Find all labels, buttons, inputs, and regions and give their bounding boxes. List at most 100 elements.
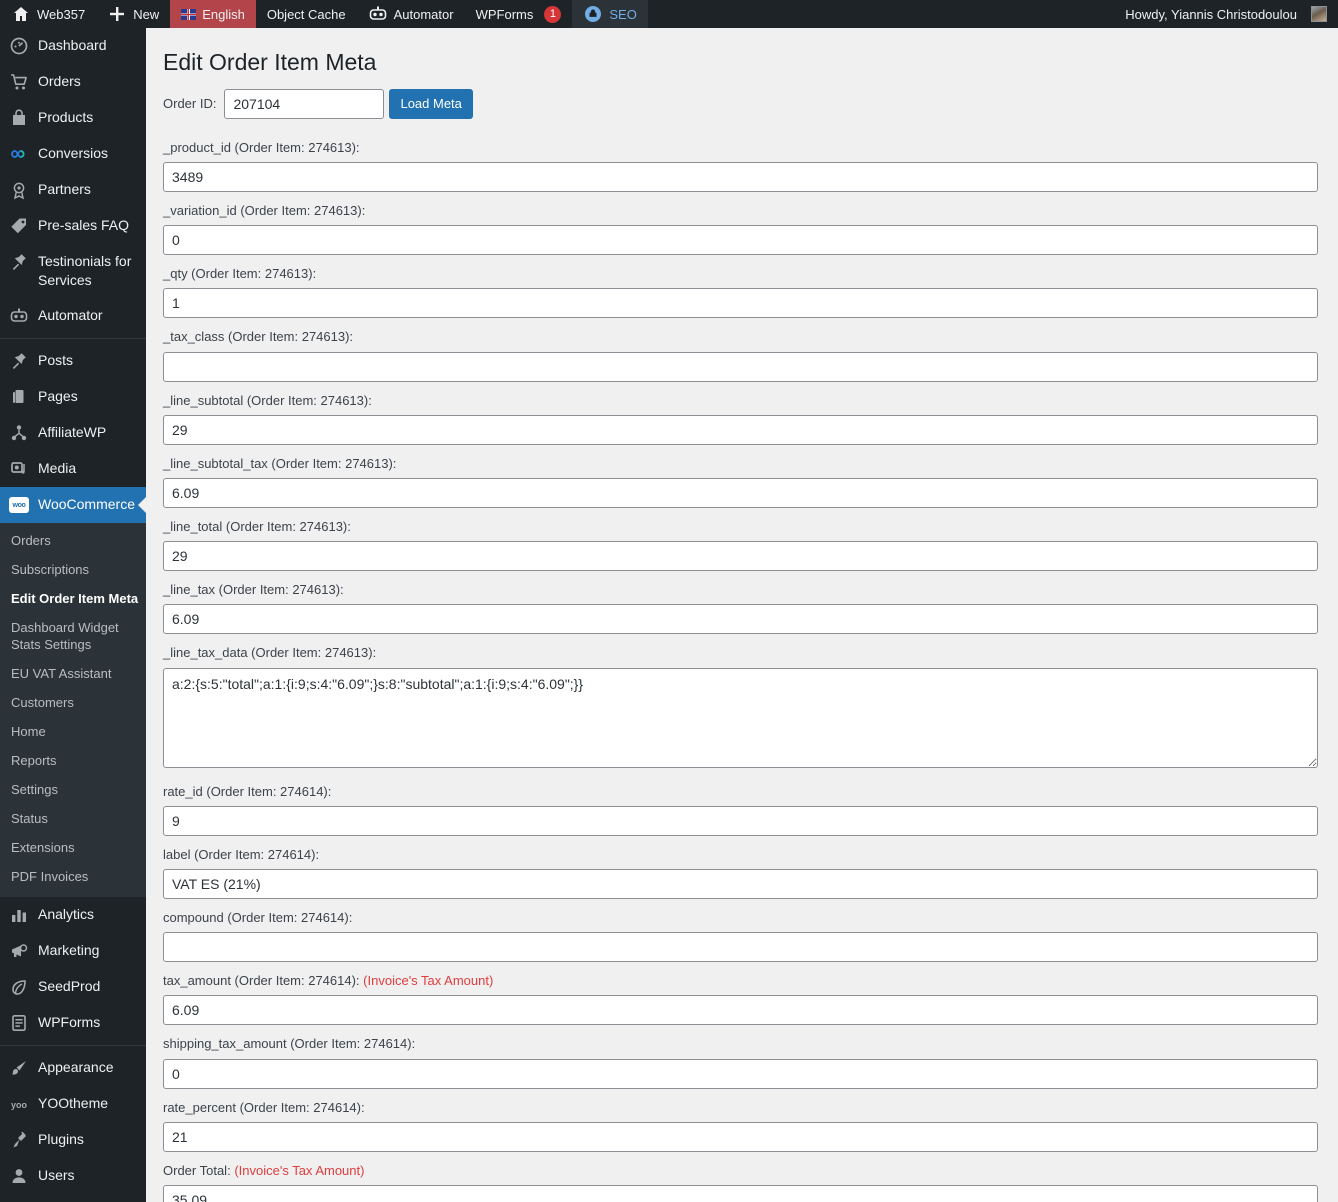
submenu-item-settings[interactable]: Settings (0, 775, 146, 804)
field-tax-class-input[interactable] (163, 351, 1318, 382)
avatar (1311, 6, 1327, 22)
admin-bar-item-new[interactable]: New (96, 0, 170, 28)
field-shipping-tax-amount-input[interactable] (163, 1058, 1318, 1089)
field-line-tax-group: _line_tax (Order Item: 274613): (163, 581, 1318, 635)
admin-bar: Web357 New English Object Cache Automator WPF… (0, 0, 1338, 28)
award-icon (9, 180, 29, 200)
sidebar-item-analytics[interactable]: Analytics (0, 897, 146, 933)
admin-bar-item-object-cache[interactable]: Object Cache (256, 0, 357, 28)
pages-icon (9, 387, 29, 407)
field-compound-input[interactable] (163, 932, 1318, 963)
meta-fields-list: _product_id (Order Item: 274613): _variat… (163, 139, 1318, 1202)
sidebar-item-partners[interactable]: Partners (0, 172, 146, 208)
sidebar-item-marketing[interactable]: Marketing (0, 933, 146, 969)
submenu-item-reports[interactable]: Reports (0, 746, 146, 775)
automator-robot-icon (368, 4, 388, 24)
field-product-id-label-text: _product_id (Order Item: 274613): (163, 139, 360, 155)
field-tax-amount-input[interactable] (163, 995, 1318, 1026)
field-tax-amount-group: tax_amount (Order Item: 274614): (Invoic… (163, 972, 1318, 1026)
sidebar-item-tools[interactable]: Tools (0, 1194, 146, 1202)
field-label-input[interactable] (163, 868, 1318, 899)
pin-icon (9, 252, 29, 272)
field-rate-percent-label: rate_percent (Order Item: 274614): (163, 1099, 1318, 1117)
admin-bar-item-label: WPForms (475, 6, 534, 22)
field-compound-label-text: compound (Order Item: 274614): (163, 909, 353, 925)
field-rate-percent-label-text: rate_percent (Order Item: 274614): (163, 1099, 365, 1115)
field-line-tax-data-textarea[interactable] (163, 667, 1318, 768)
submenu-item-orders[interactable]: Orders (0, 526, 146, 555)
sidebar-item-conversios[interactable]: Conversios (0, 136, 146, 172)
notification-badge: 1 (544, 5, 562, 23)
field-rate-id-input[interactable] (163, 805, 1318, 836)
submenu-item-home[interactable]: Home (0, 717, 146, 746)
field-line-total-input[interactable] (163, 541, 1318, 572)
field-line-tax-data-label-text: _line_tax_data (Order Item: 274613): (163, 645, 377, 661)
admin-bar-right: Howdy, Yiannis Christodoulou (1114, 0, 1338, 28)
field-line-subtotal-tax-group: _line_subtotal_tax (Order Item: 274613): (163, 455, 1318, 509)
field-rate-percent-input[interactable] (163, 1121, 1318, 1152)
howdy-label: Howdy, Yiannis Christodoulou (1125, 6, 1297, 22)
field-product-id-input[interactable] (163, 162, 1318, 193)
field-order-total-input[interactable] (163, 1184, 1318, 1202)
field-line-tax-label: _line_tax (Order Item: 274613): (163, 581, 1318, 599)
submenu-item-pdf-invoices[interactable]: PDF Invoices (0, 862, 146, 891)
load-meta-button[interactable]: Load Meta (389, 88, 473, 119)
submenu-item-status[interactable]: Status (0, 804, 146, 833)
field-order-total-label: Order Total: (Invoice's Tax Amount) (163, 1162, 1318, 1180)
sidebar-item-appearance[interactable]: Appearance (0, 1050, 146, 1086)
sidebar-item-media[interactable]: Media (0, 451, 146, 487)
sidebar-item-users[interactable]: Users (0, 1158, 146, 1194)
yootheme-icon: yoo (9, 1094, 29, 1114)
sidebar-item-dashboard[interactable]: Dashboard (0, 28, 146, 64)
sidebar-item-seedprod[interactable]: SeedProd (0, 969, 146, 1005)
admin-bar-item-automator[interactable]: Automator (357, 0, 465, 28)
submenu-item-extensions[interactable]: Extensions (0, 833, 146, 862)
wpforms-clipboard-icon (9, 1013, 29, 1033)
products-bag-icon (9, 108, 29, 128)
sidebar-item-testinonials-for-services[interactable]: Testinonials for Services (0, 244, 146, 298)
menu-divider (0, 338, 146, 339)
sidebar-item-orders[interactable]: Orders (0, 64, 146, 100)
submenu-item-customers[interactable]: Customers (0, 688, 146, 717)
field-tax-amount-label-text: tax_amount (Order Item: 274614): (163, 973, 360, 989)
field-line-subtotal-tax-input[interactable] (163, 478, 1318, 509)
admin-bar-item-wpforms[interactable]: WPForms 1 (465, 0, 573, 28)
field-line-subtotal-input[interactable] (163, 414, 1318, 445)
sidebar-item-automator[interactable]: Automator (0, 298, 146, 334)
field-qty-group: _qty (Order Item: 274613): (163, 265, 1318, 319)
submenu-item-edit-order-item-meta[interactable]: Edit Order Item Meta (0, 584, 146, 613)
field-line-subtotal-tax-label: _line_subtotal_tax (Order Item: 274613): (163, 455, 1318, 473)
menu-divider (0, 1045, 146, 1046)
field-line-tax-input[interactable] (163, 604, 1318, 635)
sidebar-item-label: Orders (38, 73, 81, 89)
field-line-subtotal-tax-label-text: _line_subtotal_tax (Order Item: 274613): (163, 455, 397, 471)
field-compound-group: compound (Order Item: 274614): (163, 909, 1318, 963)
submenu-item-eu-vat-assistant[interactable]: EU VAT Assistant (0, 659, 146, 688)
field-line-total-group: _line_total (Order Item: 274613): (163, 518, 1318, 572)
sidebar-item-pages[interactable]: Pages (0, 379, 146, 415)
megaphone-icon (9, 941, 29, 961)
admin-bar-item-seo[interactable]: SEO (572, 0, 648, 28)
field-variation-id-input[interactable] (163, 225, 1318, 256)
admin-bar-item-english[interactable]: English (170, 0, 256, 28)
submenu-item-subscriptions[interactable]: Subscriptions (0, 555, 146, 584)
sidebar-item-products[interactable]: Products (0, 100, 146, 136)
sidebar-item-plugins[interactable]: Plugins (0, 1122, 146, 1158)
sidebar-item-affiliatewp[interactable]: AffiliateWP (0, 415, 146, 451)
admin-bar-item-label: SEO (609, 6, 637, 22)
sidebar-item-wpforms[interactable]: WPForms (0, 1005, 146, 1041)
sidebar-item-label: YOOtheme (38, 1095, 109, 1111)
sidebar-item-label: Dashboard (38, 37, 107, 53)
sidebar-item-pre-sales-faq[interactable]: Pre-sales FAQ (0, 208, 146, 244)
submenu-item-dashboard-widget-stats-settings[interactable]: Dashboard Widget Stats Settings (0, 613, 146, 659)
order-id-input[interactable] (224, 88, 385, 119)
cart-icon (9, 72, 29, 92)
admin-bar-item-web357[interactable]: Web357 (0, 0, 96, 28)
field-line-tax-data-group: _line_tax_data (Order Item: 274613): (163, 644, 1318, 772)
sidebar-item-woocommerce[interactable]: woo WooCommerce (0, 487, 146, 523)
howdy-account-menu[interactable]: Howdy, Yiannis Christodoulou (1114, 0, 1338, 28)
field-qty-input[interactable] (163, 288, 1318, 319)
sidebar-item-posts[interactable]: Posts (0, 343, 146, 379)
admin-sidebar-menu[interactable]: Dashboard Orders Products Conversios Partner… (0, 28, 146, 1202)
sidebar-item-yootheme[interactable]: yoo YOOtheme (0, 1086, 146, 1122)
